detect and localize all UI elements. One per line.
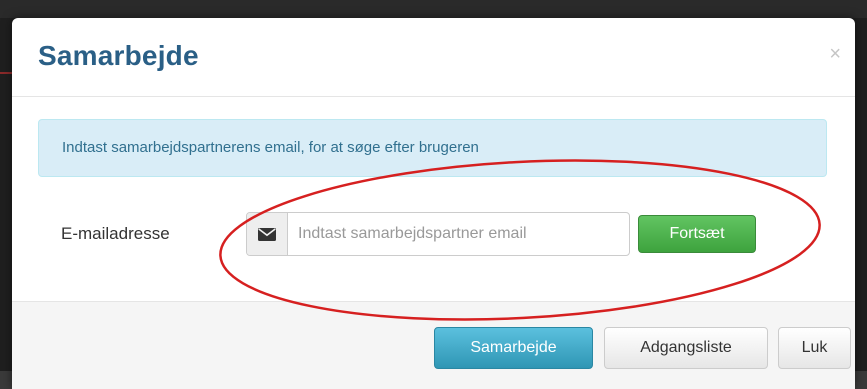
- email-input[interactable]: [288, 213, 629, 255]
- access-list-button[interactable]: Adgangsliste: [604, 327, 768, 369]
- continue-button[interactable]: Fortsæt: [638, 215, 756, 253]
- backdrop-top-bar: [0, 0, 867, 18]
- envelope-icon: [247, 213, 288, 255]
- envelope-icon-svg: [258, 227, 276, 241]
- close-icon[interactable]: ×: [829, 44, 841, 64]
- info-alert: Indtast samarbejdspartnerens email, for …: [38, 119, 827, 177]
- dialog-header: Samarbejde ×: [12, 18, 855, 97]
- dialog-footer: Samarbejde Adgangsliste Luk: [12, 301, 855, 389]
- info-alert-text: Indtast samarbejdspartnerens email, for …: [62, 139, 479, 156]
- close-button[interactable]: Luk: [778, 327, 851, 369]
- email-form-row: E-mailadresse Fortsæt: [38, 212, 827, 262]
- collaborate-dialog: Samarbejde × Indtast samarbejdspartneren…: [12, 18, 855, 389]
- collaborate-button[interactable]: Samarbejde: [434, 327, 593, 369]
- email-input-group: [246, 212, 630, 256]
- email-label: E-mailadresse: [61, 224, 170, 243]
- dialog-title: Samarbejde: [38, 40, 199, 71]
